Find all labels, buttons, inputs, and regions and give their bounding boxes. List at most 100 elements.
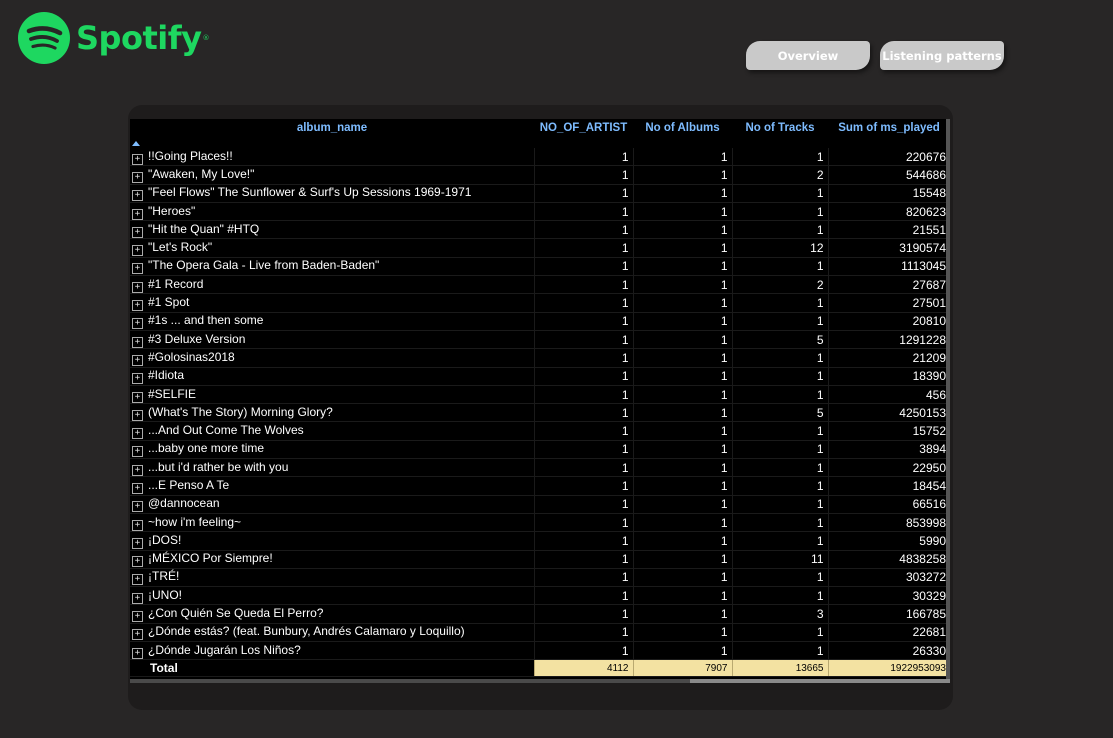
expand-icon[interactable]: + [132,501,143,513]
album-count-cell: 1 [632,220,732,240]
artist-count-cell: 1 [533,348,633,368]
expand-icon[interactable]: + [132,629,143,641]
expand-icon[interactable]: + [132,281,143,293]
expand-icon[interactable]: + [132,647,143,659]
album-name: "The Opera Gala - Live from Baden-Baden" [148,258,380,273]
column-header-sum-ms-played[interactable]: Sum of ms_played [828,119,950,148]
artist-count-cell: 1 [533,495,633,514]
table-row: + "Heroes" 1 1 1 820623 [130,202,950,222]
expand-icon[interactable]: + [132,190,143,202]
table-row: + ...E Penso A Te 1 1 1 18454 [130,476,950,496]
track-count-cell: 12 [731,238,828,258]
album-name: ¡DOS! [148,532,182,547]
table-row: + ¡MÉXICO Por Siempre! 1 1 11 4838258 [130,550,950,569]
album-name: (What's The Story) Morning Glory? [148,404,333,419]
album-count-cell: 1 [632,476,732,496]
expand-icon[interactable]: + [132,464,143,476]
expand-icon[interactable]: + [132,428,143,440]
ms-played-cell: 15752 [827,421,950,441]
track-count-cell: 2 [731,165,828,185]
track-count-cell: 11 [731,550,828,569]
album-count-cell: 1 [632,312,732,331]
expand-icon[interactable]: + [132,336,143,348]
album-count-cell: 1 [632,293,732,313]
column-header-no-of-albums[interactable]: No of Albums [633,119,732,148]
expand-icon[interactable]: + [132,482,143,494]
album-name-cell: + "Awaken, My Love!" [130,165,534,185]
track-count-cell: 1 [731,220,828,240]
table-row: + #Golosinas2018 1 1 1 21209 [130,348,950,368]
expand-icon[interactable]: + [132,592,143,604]
album-count-cell: 1 [632,513,732,533]
artist-count-cell: 1 [533,202,633,222]
expand-icon[interactable]: + [132,300,143,312]
album-name: "Awaken, My Love!" [148,166,255,181]
table-row: + #1 Record 1 1 2 27687 [130,275,950,295]
expand-icon[interactable]: + [132,556,143,568]
artist-count-cell: 1 [533,403,633,423]
expand-icon[interactable]: + [132,373,143,385]
expand-icon[interactable]: + [132,245,143,257]
album-count-cell: 1 [632,458,732,478]
table-row: + ¡UNO! 1 1 1 30329 [130,586,950,606]
expand-icon[interactable]: + [132,263,143,275]
overview-button[interactable]: Overview [746,41,870,70]
expand-icon[interactable]: + [132,318,143,330]
artist-count-cell: 1 [533,550,633,569]
table-row: + #3 Deluxe Version 1 1 5 1291228 [130,330,950,350]
artist-count-cell: 1 [533,586,633,606]
track-count-cell: 1 [731,641,828,661]
table-row: + "Let's Rock" 1 1 12 3190574 [130,238,950,258]
album-name: "Hit the Quan" #HTQ [148,221,260,236]
album-name: "Heroes" [148,203,196,218]
table-row: + ¡DOS! 1 1 1 5990 [130,531,950,551]
album-name: ~how i'm feeling~ [148,514,242,529]
table-row: + #1 Spot 1 1 1 27501 [130,293,950,313]
ms-played-cell: 20810 [827,312,950,331]
artist-count-cell: 1 [533,238,633,258]
horizontal-scrollbar[interactable] [130,679,950,683]
expand-icon[interactable]: + [132,171,143,183]
album-name-cell: + "Let's Rock" [130,238,534,258]
column-header-no-of-artist[interactable]: NO_OF_ARTIST [534,119,633,148]
sort-ascending-icon[interactable] [132,141,140,146]
ms-played-cell: 21551 [827,220,950,240]
column-header-album-name[interactable]: album_name [130,119,534,148]
track-count-cell: 3 [731,604,828,624]
track-count-cell: 1 [731,184,828,203]
album-count-cell: 1 [632,202,732,222]
listening-patterns-button[interactable]: Listening patterns [880,41,1004,70]
artist-count-cell: 1 [533,367,633,386]
expand-icon[interactable]: + [132,519,143,531]
expand-icon[interactable]: + [132,226,143,238]
album-name-cell: + #1s ... and then some [130,312,534,331]
ms-played-cell: 3894 [827,440,950,460]
column-header-no-of-tracks[interactable]: No of Tracks [732,119,828,148]
expand-icon[interactable]: + [132,153,143,165]
table-row: + "Feel Flows" The Sunflower & Surf's Up … [130,184,950,203]
track-count-cell: 1 [731,148,828,167]
expand-icon[interactable]: + [132,208,143,220]
table-row: + ~how i'm feeling~ 1 1 1 853998 [130,513,950,533]
horizontal-scrollbar-thumb[interactable] [130,679,690,683]
album-name-cell: + ...E Penso A Te [130,476,534,496]
album-name: ¡TRÉ! [148,569,180,584]
track-count-cell: 1 [731,367,828,386]
expand-icon[interactable]: + [132,537,143,549]
expand-icon[interactable]: + [132,574,143,586]
album-name-cell: + @dannocean [130,495,534,514]
ms-played-cell: 30329 [827,586,950,606]
album-count-cell: 1 [632,531,732,551]
expand-icon[interactable]: + [132,611,143,623]
total-label: Total [130,659,534,678]
vertical-scrollbar[interactable] [946,119,950,679]
expand-icon[interactable]: + [132,354,143,366]
album-name: ...but i'd rather be with you [148,459,289,474]
expand-icon[interactable]: + [132,391,143,403]
expand-icon[interactable]: + [132,446,143,458]
expand-icon[interactable]: + [132,409,143,421]
album-name: #Idiota [148,368,185,383]
total-tracks: 13665 [731,659,828,678]
track-count-cell: 1 [731,623,828,643]
album-name-cell: + ...but i'd rather be with you [130,458,534,478]
